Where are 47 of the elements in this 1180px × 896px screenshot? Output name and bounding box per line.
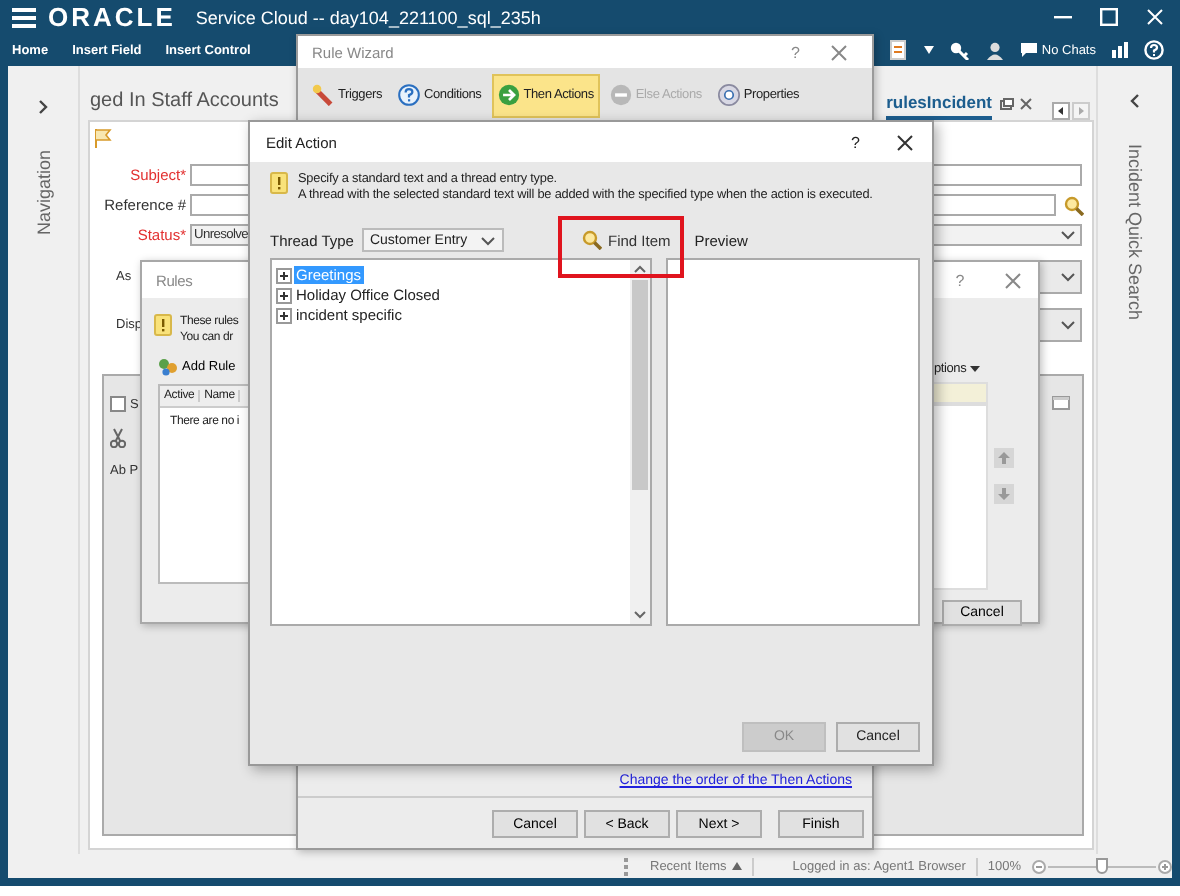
help-button[interactable]: ? [851, 133, 860, 151]
side-panel-label[interactable]: Incident Quick Search [1125, 144, 1145, 321]
caret-icon [1060, 228, 1076, 242]
search-icon[interactable] [1064, 195, 1084, 215]
help-icon[interactable] [1144, 40, 1164, 60]
zoom-in-icon[interactable] [1157, 859, 1172, 873]
tab[interactable]: ged In Staff Accounts [90, 90, 279, 120]
logo: ORACLE [48, 2, 176, 32]
key-icon[interactable] [949, 41, 970, 59]
expand-icon[interactable] [276, 267, 292, 283]
caret-icon [1060, 270, 1076, 284]
chevron-right-icon[interactable] [38, 100, 48, 114]
slider-thumb[interactable] [1095, 857, 1108, 873]
zoom-slider[interactable] [1031, 857, 1172, 875]
wand-icon [312, 84, 334, 106]
signal-icon[interactable] [1112, 42, 1128, 58]
chevron-left-icon[interactable] [1130, 94, 1140, 108]
scroll-left-button[interactable] [1052, 102, 1070, 120]
checkbox[interactable] [110, 396, 126, 412]
menu-icon[interactable] [12, 7, 36, 27]
caret-icon [479, 233, 496, 247]
add-rule-icon [158, 358, 178, 376]
arrow-icon [497, 84, 520, 106]
question-icon [398, 84, 420, 106]
help-button[interactable]: ? [791, 43, 800, 61]
chat-icon [1019, 42, 1038, 58]
zoom-out-icon[interactable] [1031, 859, 1045, 873]
expand-icon[interactable] [276, 307, 292, 323]
help-button[interactable]: ? [955, 271, 964, 289]
close-icon[interactable] [896, 133, 914, 151]
window-title: Service Cloud -- day104_221100_sql_235h [195, 7, 541, 27]
expand-icon[interactable] [276, 287, 292, 303]
maximize-icon[interactable] [1100, 8, 1118, 26]
side-panel-label[interactable]: Navigation [33, 150, 53, 236]
info-icon [154, 314, 172, 336]
scrollbar[interactable] [630, 260, 650, 624]
scissors-icon[interactable] [110, 428, 126, 448]
caret-icon[interactable] [923, 46, 934, 54]
document-icon[interactable] [889, 40, 908, 60]
minus-icon [609, 84, 632, 106]
window-icon[interactable] [1052, 396, 1070, 410]
search-icon [581, 230, 602, 250]
caret-icon [1060, 318, 1076, 332]
person-icon[interactable] [985, 41, 1004, 59]
caret-up-icon [732, 862, 743, 870]
info-icon [270, 172, 288, 194]
pop-out-icon[interactable] [1000, 98, 1014, 110]
